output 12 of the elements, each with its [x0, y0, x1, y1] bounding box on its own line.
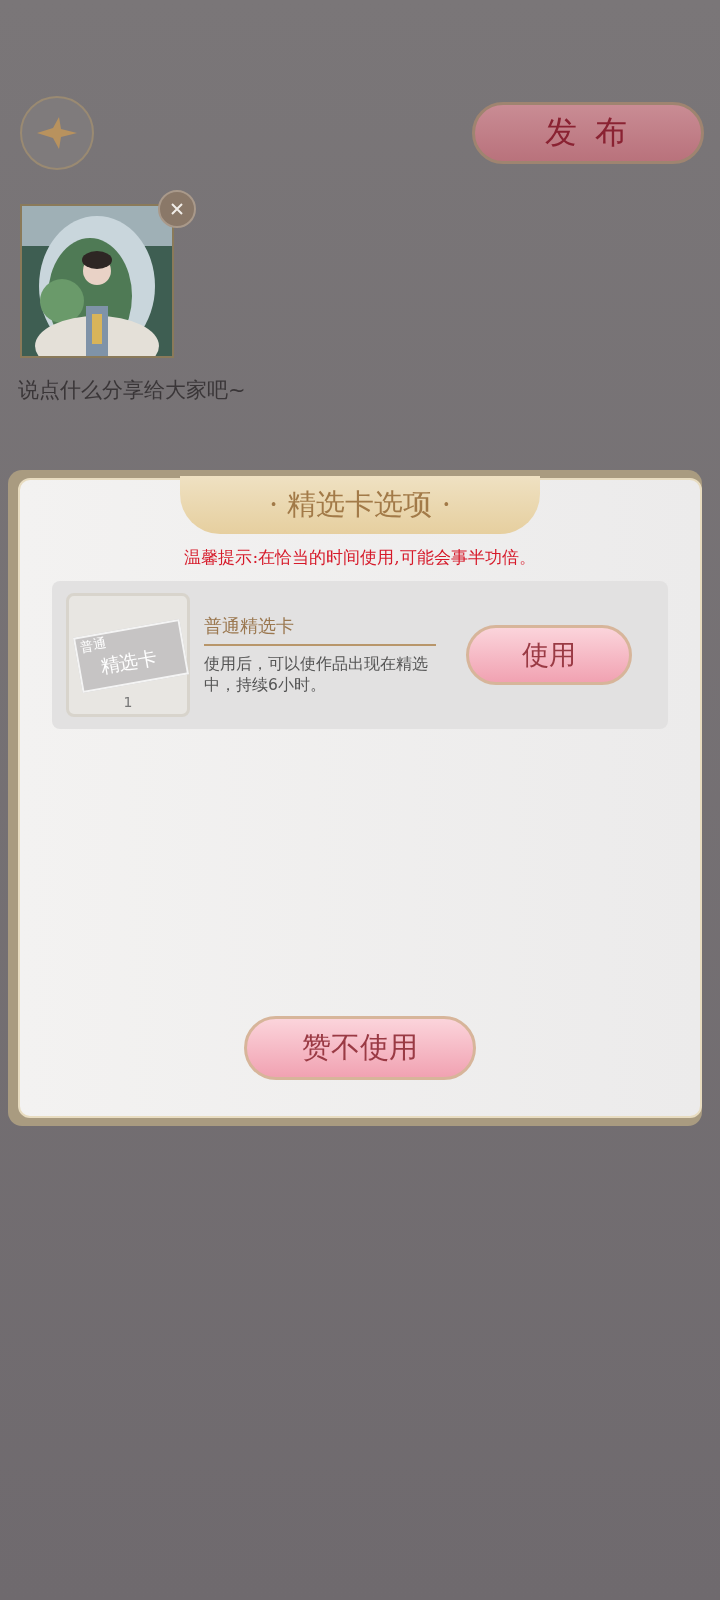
close-button[interactable] — [158, 190, 196, 228]
card-count: 1 — [123, 694, 133, 710]
card-description: 使用后，可以使作品出现在精选中，持续6小时。 — [204, 654, 429, 696]
close-icon — [170, 202, 184, 216]
post-text-field[interactable]: 说点什么分享给大家吧~ — [18, 376, 678, 416]
ticket-label: 普通 精选卡 — [72, 619, 190, 693]
tip-text: 温馨提示:在恰当的时间使用,可能会事半功倍。 — [184, 546, 536, 569]
use-button[interactable]: 使用 — [466, 625, 632, 685]
dialog-title: · 精选卡选项 · — [180, 476, 540, 534]
publish-button[interactable]: 发 布 — [472, 102, 704, 164]
decline-button[interactable]: 赞不使用 — [244, 1016, 476, 1080]
card-name: 普通精选卡 — [204, 614, 436, 646]
